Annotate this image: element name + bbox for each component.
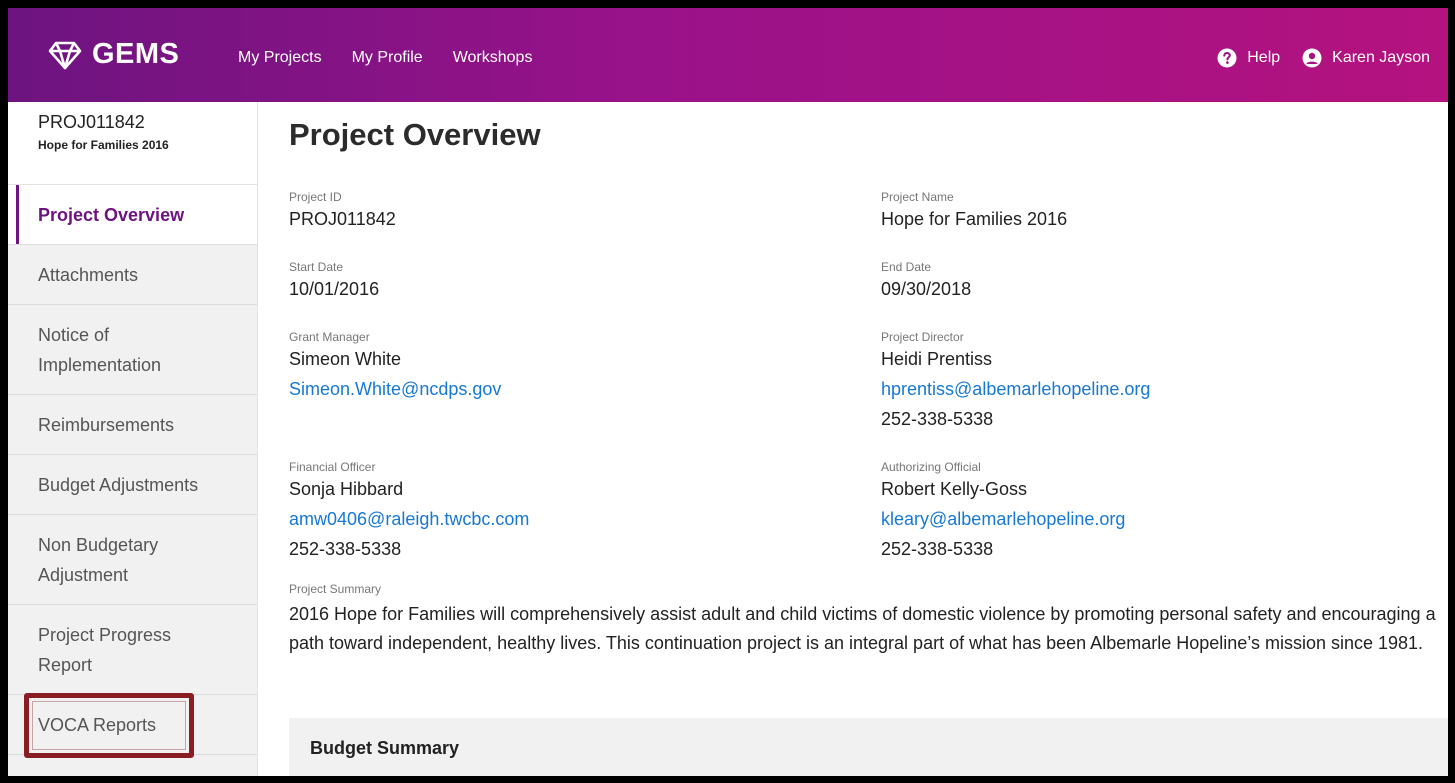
help-link[interactable]: Help	[1217, 48, 1280, 68]
budget-summary-section[interactable]: Budget Summary	[289, 718, 1448, 776]
sidebar-item-project-progress-report[interactable]: Project Progress Report	[8, 605, 257, 695]
sidebar-item-label: Project Overview	[38, 204, 185, 225]
field-value: 09/30/2018	[881, 279, 972, 299]
top-right-menu: Help Karen Jayson	[1217, 48, 1430, 68]
sidebar-item-label: Non Budgetary Adjustment	[38, 534, 159, 585]
sidebar-item-label: Project Progress Report	[38, 624, 172, 675]
sidebar-project-name: Hope for Families 2016	[38, 138, 169, 152]
sidebar-item-reimbursements[interactable]: Reimbursements	[8, 395, 257, 455]
contact-email-link[interactable]: amw0406@raleigh.twcbc.com	[289, 504, 529, 534]
diamond-icon	[48, 41, 82, 69]
contact-email-link[interactable]: hprentiss@albemarlehopeline.org	[881, 374, 1150, 404]
sidebar-project-header: PROJ011842 Hope for Families 2016	[8, 102, 257, 185]
sidebar-item-label: Reimbursements	[38, 414, 175, 435]
project-summary: Project Summary 2016 Hope for Families w…	[289, 582, 1444, 658]
field-label: Financial Officer	[289, 460, 376, 474]
contact-phone: 252-338-5338	[289, 539, 402, 559]
contact-name: Heidi Prentiss	[881, 349, 993, 369]
sidebar-item-budget-adjustments[interactable]: Budget Adjustments	[8, 455, 257, 515]
project-id-field: Project ID PROJ011842	[289, 190, 396, 234]
contact-name: Simeon White	[289, 349, 402, 369]
field-label: Project ID	[289, 190, 342, 204]
field-label: Start Date	[289, 260, 344, 274]
user-menu[interactable]: Karen Jayson	[1302, 48, 1430, 68]
contact-email-link[interactable]: kleary@albemarlehopeline.org	[881, 504, 1125, 534]
field-value: 10/01/2016	[289, 279, 380, 299]
contact-name: Robert Kelly-Goss	[881, 479, 1028, 499]
field-value: Hope for Families 2016	[881, 209, 1068, 229]
sidebar-item-notice-of-implementation[interactable]: Notice of Implementation	[8, 305, 257, 395]
financial-officer-field: Financial Officer Sonja Hibbard amw0406@…	[289, 460, 529, 564]
contact-phone: 252-338-5338	[881, 539, 994, 559]
field-label: Authorizing Official	[881, 460, 981, 474]
contact-name: Sonja Hibbard	[289, 479, 404, 499]
sidebar-item-attachments[interactable]: Attachments	[8, 245, 257, 305]
sidebar: PROJ011842 Hope for Families 2016 Projec…	[8, 102, 258, 776]
main-content: Project Overview Project ID PROJ011842 P…	[258, 102, 1448, 776]
user-name: Karen Jayson	[1332, 49, 1430, 66]
project-director-field: Project Director Heidi Prentiss hprentis…	[881, 330, 1150, 434]
contact-email-link[interactable]: Simeon.White@ncdps.gov	[289, 374, 501, 404]
authorizing-official-field: Authorizing Official Robert Kelly-Goss k…	[881, 460, 1125, 564]
project-name-field: Project Name Hope for Families 2016	[881, 190, 1067, 234]
voca-reports-highlight-box	[24, 693, 194, 758]
help-icon	[1217, 48, 1237, 68]
app-window: GEMS My Projects My Profile Workshops He…	[8, 8, 1448, 776]
gems-logo[interactable]: GEMS	[48, 38, 179, 71]
sidebar-project-id: PROJ011842	[38, 112, 145, 132]
sidebar-item-non-budgetary-adjustment[interactable]: Non Budgetary Adjustment	[8, 515, 257, 605]
sidebar-item-label: Attachments	[38, 264, 139, 285]
nav-my-profile[interactable]: My Profile	[352, 49, 423, 67]
grant-manager-field: Grant Manager Simeon White Simeon.White@…	[289, 330, 501, 404]
main-nav: My Projects My Profile Workshops	[238, 49, 532, 67]
sidebar-item-label: Notice of Implementation	[38, 324, 162, 375]
field-label: Project Name	[881, 190, 954, 204]
project-summary-text: 2016 Hope for Families will comprehensiv…	[289, 604, 1436, 653]
nav-workshops[interactable]: Workshops	[453, 49, 533, 67]
sidebar-item-project-overview[interactable]: Project Overview	[8, 185, 257, 245]
brand-name: GEMS	[92, 38, 180, 70]
sidebar-item-label: Budget Adjustments	[38, 474, 199, 495]
field-label: Project Director	[881, 330, 964, 344]
top-navbar: GEMS My Projects My Profile Workshops He…	[8, 8, 1448, 102]
field-label: Project Summary	[289, 582, 382, 596]
start-date-field: Start Date 10/01/2016	[289, 260, 379, 304]
budget-summary-heading: Budget Summary	[310, 738, 460, 758]
help-label: Help	[1247, 49, 1281, 66]
end-date-field: End Date 09/30/2018	[881, 260, 971, 304]
user-circle-icon	[1302, 48, 1322, 68]
page-title: Project Overview	[289, 117, 541, 152]
nav-my-projects[interactable]: My Projects	[238, 49, 322, 67]
field-value: PROJ011842	[289, 209, 396, 229]
field-label: Grant Manager	[289, 330, 370, 344]
contact-phone: 252-338-5338	[881, 409, 994, 429]
field-label: End Date	[881, 260, 932, 274]
